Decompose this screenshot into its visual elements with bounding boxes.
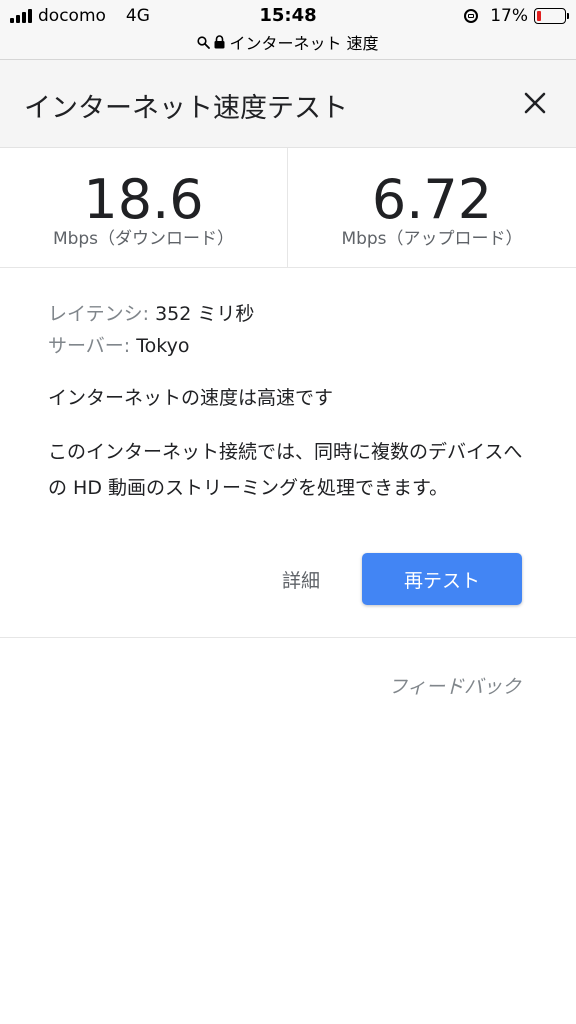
upload-speed-label: Mbps（アップロード） [341, 229, 523, 249]
page-title: インターネット速度テスト [24, 93, 348, 124]
speed-results: 18.6 Mbps（ダウンロード） 6.72 Mbps（アップロード） [0, 148, 576, 268]
rotation-lock-icon [464, 9, 479, 23]
close-icon [524, 92, 546, 114]
latency-key: レイテンシ: [48, 303, 150, 325]
server-key: サーバー: [48, 335, 131, 357]
upload-speed-value: 6.72 [371, 168, 493, 231]
test-details: レイテンシ: 352 ミリ秒 サーバー: Tokyo [48, 298, 538, 362]
search-icon [197, 35, 211, 49]
download-result: 18.6 Mbps（ダウンロード） [0, 148, 288, 268]
feedback-link[interactable]: フィードバック [388, 672, 521, 699]
speed-description: このインターネット接続では、同時に複数のデバイスへの HD 動画のストリーミング… [48, 441, 523, 499]
latency-value: 352 ミリ秒 [155, 303, 255, 325]
battery-percent: 17% [490, 6, 528, 26]
download-speed-value: 18.6 [83, 168, 204, 231]
retest-button[interactable]: 再テスト [362, 553, 522, 605]
screen: docomo 4G 15:48 17% インターネット 速度 インターネット速度… [0, 0, 576, 1024]
card-header: インターネット速度テスト [0, 60, 576, 148]
close-button[interactable] [520, 88, 550, 118]
server-value: Tokyo [136, 335, 190, 357]
divider [0, 637, 576, 638]
details-link[interactable]: 詳細 [282, 566, 320, 593]
server-row: サーバー: Tokyo [48, 330, 538, 362]
url-text: インターネット 速度 [229, 34, 379, 53]
speed-status-text: インターネットの速度は高速です [48, 387, 334, 409]
battery-fill [537, 11, 542, 21]
status-bar: docomo 4G 15:48 17% インターネット 速度 [0, 0, 576, 60]
upload-result: 6.72 Mbps（アップロード） [288, 148, 576, 268]
download-speed-label: Mbps（ダウンロード） [52, 229, 235, 249]
status-right: 17% [464, 6, 569, 26]
battery-icon [534, 8, 569, 24]
lock-icon [214, 35, 225, 49]
latency-row: レイテンシ: 352 ミリ秒 [48, 298, 538, 330]
url-bar[interactable]: インターネット 速度 [0, 30, 576, 54]
